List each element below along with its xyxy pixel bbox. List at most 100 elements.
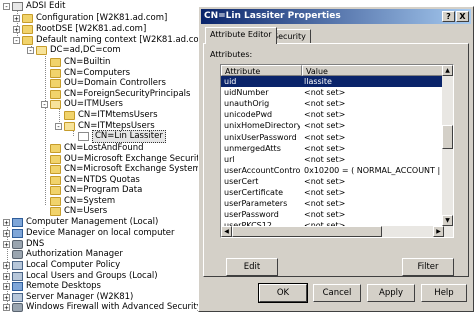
tree-item[interactable]: CN=ITMtemsUsers <box>55 110 158 121</box>
expand-icon[interactable]: + <box>3 273 10 281</box>
tree-item[interactable]: + Device Manager on local computer <box>3 228 175 239</box>
expand-icon[interactable]: + <box>3 283 10 291</box>
collapse-icon[interactable]: - <box>3 3 10 11</box>
tree-item-label: OU=Domain Controllers <box>64 78 166 88</box>
tree-item[interactable]: Authorization Manager <box>3 249 123 260</box>
horizontal-scrollbar[interactable]: ◀ ▶ <box>221 226 444 237</box>
help-title-button[interactable]: ? <box>442 11 455 22</box>
attribute-value: <not set> <box>304 88 346 98</box>
attribute-row[interactable]: unixUserPassword <not set> <box>221 132 443 143</box>
expand-icon[interactable]: + <box>3 241 10 249</box>
attribute-row[interactable]: userCertificate <not set> <box>221 187 443 198</box>
expand-icon[interactable]: + <box>3 304 10 312</box>
collapse-icon[interactable]: - <box>41 101 48 109</box>
tree-item-label: Remote Desktops <box>26 281 101 291</box>
tree-item[interactable]: CN=LostAndFound <box>41 143 144 154</box>
attribute-list[interactable]: Attribute Value uid llassite uidNumber <not… <box>220 64 454 238</box>
tree-item[interactable]: CN=Lin Lassiter <box>69 130 166 143</box>
attribute-row[interactable]: uid llassite <box>221 76 443 88</box>
tree-item-label: RootDSE [W2K81.ad.com] <box>36 24 147 34</box>
attribute-row[interactable]: unauthOrig <not set> <box>221 98 443 109</box>
filter-button[interactable]: Filter <box>402 258 454 276</box>
attribute-row[interactable]: unicodePwd <not set> <box>221 109 443 120</box>
folder-icon <box>50 144 61 153</box>
expand-icon[interactable]: + <box>3 262 10 270</box>
attribute-row[interactable]: uidNumber <not set> <box>221 87 443 98</box>
tree-item[interactable]: CN=Users <box>41 206 107 217</box>
horizontal-scroll-thumb[interactable] <box>232 226 382 237</box>
scroll-right-button[interactable]: ▶ <box>433 226 444 237</box>
column-value[interactable]: Value <box>302 65 444 76</box>
open-folder-icon <box>36 46 47 55</box>
tree-item[interactable]: - DC=ad,DC=com <box>27 45 121 56</box>
attribute-row[interactable]: userAccountControl 0x10200 = ( NORMAL_ACC… <box>221 165 443 176</box>
edit-button[interactable]: Edit <box>226 258 278 276</box>
vertical-scroll-thumb[interactable] <box>442 125 453 149</box>
scroll-left-button[interactable]: ◀ <box>221 226 232 237</box>
tree-item[interactable]: + RootDSE [W2K81.ad.com] <box>13 24 146 35</box>
tree-item-label: CN=Builtin <box>64 57 111 67</box>
scroll-down-button[interactable]: ▼ <box>442 215 453 226</box>
expand-icon[interactable]: + <box>13 26 20 34</box>
cancel-button[interactable]: Cancel <box>313 284 361 302</box>
expand-icon[interactable]: + <box>3 294 10 302</box>
expand-icon[interactable]: + <box>13 15 20 23</box>
attribute-name: unauthOrig <box>224 99 270 109</box>
scroll-up-button[interactable]: ▲ <box>442 65 453 76</box>
tree-item[interactable]: OU=Domain Controllers <box>41 78 166 89</box>
dialog-titlebar[interactable]: CN=Lin Lassiter Properties ? X <box>201 9 471 24</box>
attribute-row[interactable]: url <not set> <box>221 154 443 165</box>
apply-button[interactable]: Apply <box>367 284 415 302</box>
management-icon <box>12 293 23 302</box>
attribute-name: unicodePwd <box>224 110 273 120</box>
close-title-button[interactable]: X <box>456 11 469 22</box>
folder-icon <box>22 36 33 45</box>
help-button[interactable]: Help <box>421 284 467 302</box>
attribute-row[interactable]: userPassword <not set> <box>221 209 443 220</box>
expand-icon[interactable]: + <box>3 219 10 227</box>
snapin-icon <box>12 250 23 259</box>
collapse-icon[interactable]: - <box>13 37 20 45</box>
folder-icon <box>50 207 61 216</box>
tab-attribute-editor[interactable]: Attribute Editor <box>205 27 277 44</box>
collapse-icon[interactable]: - <box>27 47 34 55</box>
attribute-row[interactable]: unixHomeDirectory <not set> <box>221 120 443 131</box>
tree-item[interactable]: + Computer Management (Local) <box>3 217 158 228</box>
attribute-name: url <box>224 154 235 164</box>
properties-dialog: CN=Lin Lassiter Properties ? X Attribute… <box>198 6 474 312</box>
folder-icon <box>50 176 61 185</box>
computer-icon <box>12 218 23 227</box>
tree-item-label: Computer Management (Local) <box>26 217 159 227</box>
tree-item[interactable]: + Configuration [W2K81.ad.com] <box>13 13 167 24</box>
tree-item[interactable]: - ADSI Edit <box>3 1 65 12</box>
ok-button[interactable]: OK <box>258 283 308 303</box>
folder-icon <box>50 186 61 195</box>
attribute-row[interactable]: userCert <not set> <box>221 176 443 187</box>
tree-item-label: ADSI Edit <box>26 1 66 11</box>
collapse-icon[interactable]: - <box>55 123 62 131</box>
attribute-value: <not set> <box>304 176 346 186</box>
open-folder-icon <box>50 100 61 109</box>
vertical-scrollbar[interactable]: ▲ ▼ <box>442 65 453 237</box>
snapin-icon <box>12 303 23 312</box>
attribute-row[interactable]: unmergedAtts <not set> <box>221 143 443 154</box>
tree-item[interactable]: + Remote Desktops <box>3 281 101 292</box>
column-attribute[interactable]: Attribute <box>221 65 302 76</box>
tree-item[interactable]: CN=Program Data <box>41 185 142 196</box>
tree-item[interactable]: + Local Computer Policy <box>3 260 120 271</box>
tree-item[interactable]: CN=Builtin <box>41 57 110 68</box>
attribute-name: userCert <box>224 176 259 186</box>
tree-item[interactable]: - OU=ITMUsers <box>41 99 123 110</box>
management-icon <box>12 272 23 281</box>
expand-icon[interactable]: + <box>3 230 10 238</box>
attribute-name: unmergedAtts <box>224 143 281 153</box>
attribute-row[interactable]: userParameters <not set> <box>221 198 443 209</box>
